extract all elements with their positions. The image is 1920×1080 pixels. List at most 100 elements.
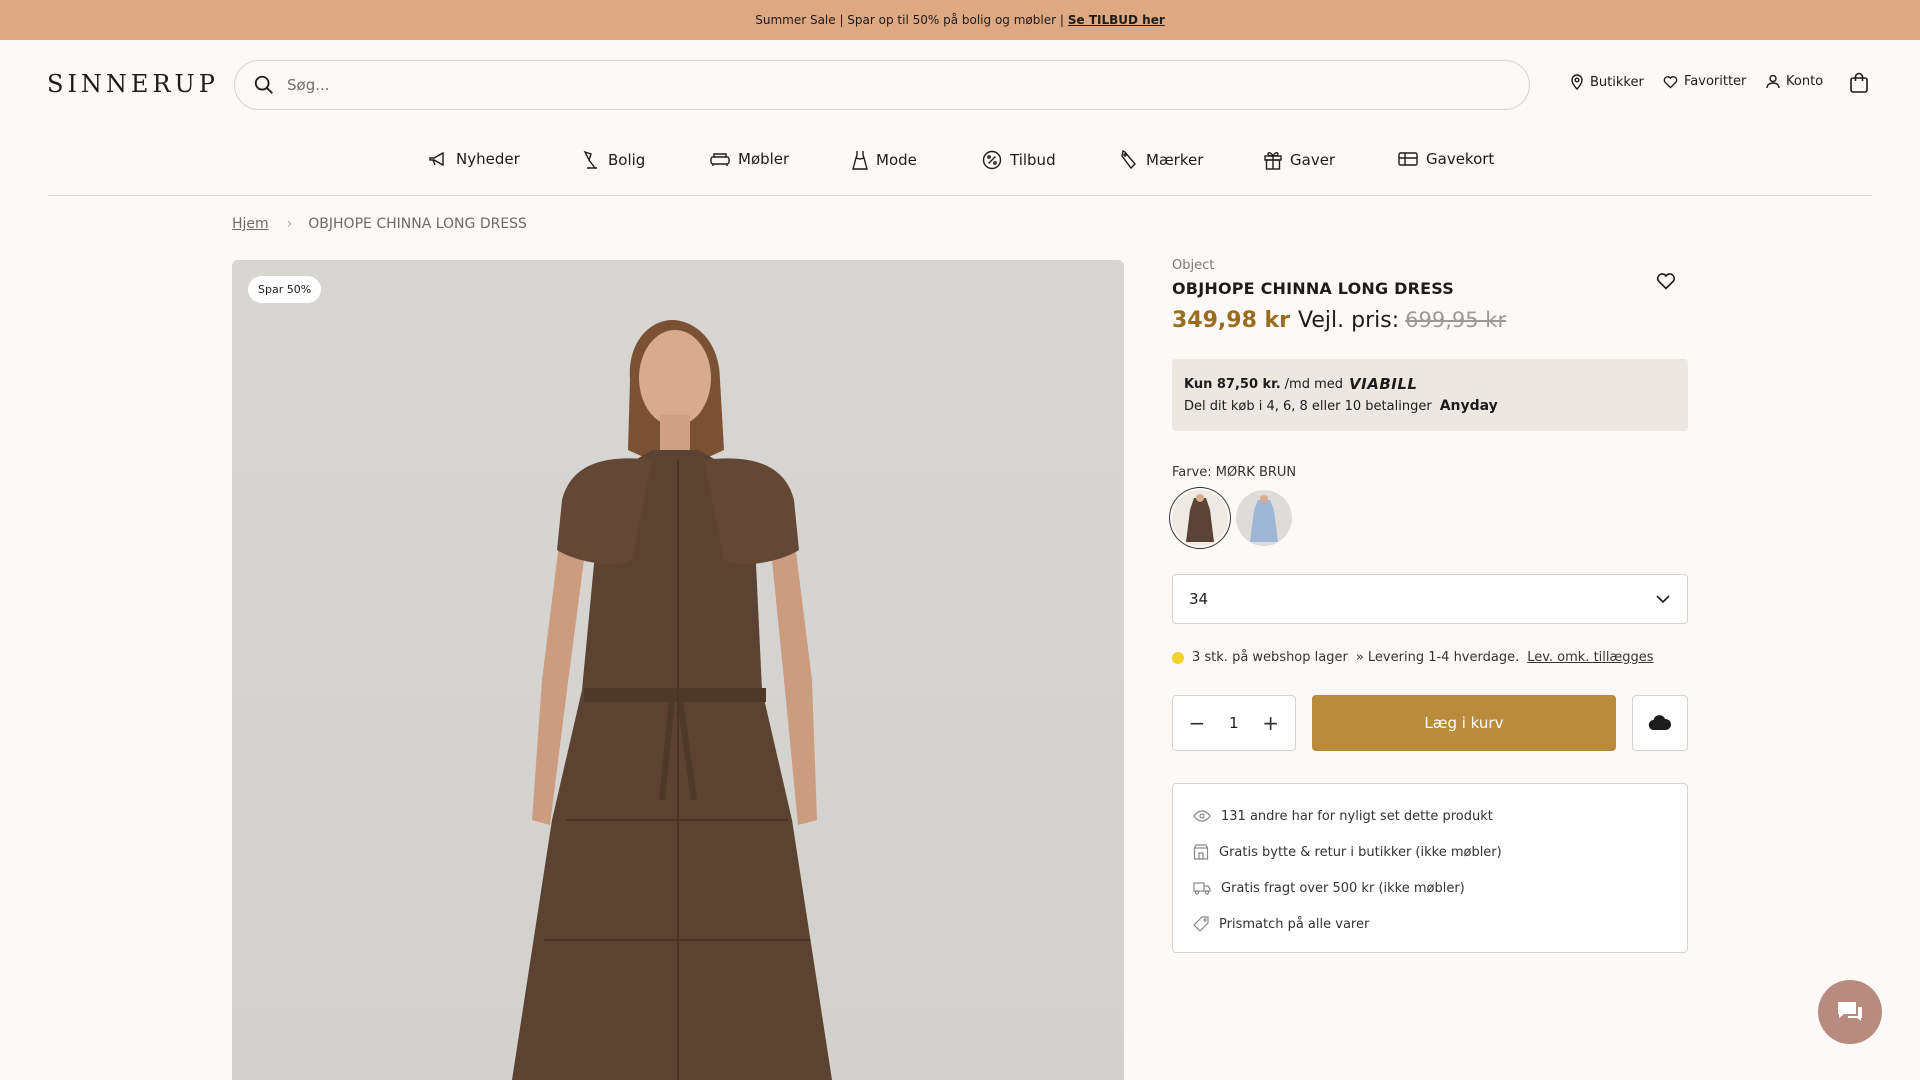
size-select[interactable]: 34 — [1172, 574, 1688, 624]
chevron-right-icon: › — [286, 216, 293, 232]
truck-icon — [1193, 882, 1211, 895]
cloud-icon — [1648, 715, 1672, 731]
nav-item-gaver[interactable]: Gaver — [1264, 150, 1335, 170]
product-info: Object OBJHOPE CHINNA LONG DRESS 349,98 … — [1172, 258, 1688, 953]
favorite-button[interactable] — [1656, 272, 1676, 294]
product-title: OBJHOPE CHINNA LONG DRESS — [1172, 279, 1454, 298]
nav-label: Mode — [876, 151, 917, 169]
nav-item-mobler[interactable]: Møbler — [710, 150, 789, 168]
color-label: Farve: MØRK BRUN — [1172, 465, 1297, 480]
swatch-brown-dress-icon — [1186, 494, 1214, 542]
main-nav: Nyheder Bolig Møbler Mode Tilbud Mærker … — [48, 128, 1872, 196]
nav-item-mode[interactable]: Mode — [852, 150, 917, 170]
nav-item-gavekort[interactable]: Gavekort — [1398, 150, 1494, 168]
nav-item-bolig[interactable]: Bolig — [582, 150, 645, 170]
usp-viewed: 131 andre har for nyligt set dette produ… — [1193, 798, 1667, 834]
search-bar[interactable] — [234, 60, 1530, 110]
promo-text: Summer Sale | Spar op til 50% på bolig o… — [755, 13, 1064, 27]
heart-icon — [1663, 75, 1678, 89]
stores-link[interactable]: Butikker — [1570, 74, 1644, 90]
breadcrumb: Hjem › OBJHOPE CHINNA LONG DRESS — [232, 216, 527, 232]
price-row: 349,98 kr Vejl. pris: 699,95 kr — [1172, 308, 1688, 333]
financing-viabill-row[interactable]: Kun 87,50 kr. /md med VIABILL — [1184, 373, 1676, 395]
sofa-icon — [710, 153, 730, 166]
viabill-logo: VIABILL — [1349, 375, 1418, 393]
usp-box: 131 andre har for nyligt set dette produ… — [1172, 783, 1688, 953]
stock-status: 3 stk. på webshop lager » Levering 1-4 h… — [1172, 650, 1688, 665]
nav-item-nyheder[interactable]: Nyheder — [428, 150, 520, 168]
nav-label: Møbler — [738, 150, 790, 168]
dress-icon — [852, 151, 868, 170]
discount-badge: Spar 50% — [248, 276, 322, 303]
promo-link[interactable]: Se TILBUD her — [1068, 13, 1165, 27]
nav-label: Mærker — [1146, 151, 1204, 169]
chat-button[interactable] — [1818, 980, 1882, 1044]
location-pin-icon — [1571, 74, 1583, 90]
breadcrumb-current: OBJHOPE CHINNA LONG DRESS — [308, 216, 527, 232]
percent-icon — [982, 150, 1002, 170]
lamp-icon — [583, 150, 597, 169]
usp-text: Gratis fragt over 500 kr (ikke møbler) — [1221, 880, 1465, 896]
product-image[interactable]: Spar 50% — [232, 260, 1124, 1080]
breadcrumb-home[interactable]: Hjem — [232, 216, 269, 232]
nav-label: Nyheder — [456, 150, 520, 168]
usp-returns: Gratis bytte & retur i butikker (ikke mø… — [1193, 834, 1667, 870]
color-swatch-blue[interactable] — [1236, 490, 1292, 546]
price-current: 349,98 kr — [1172, 308, 1291, 333]
stores-label: Butikker — [1590, 74, 1644, 90]
dress-model-illustration — [512, 320, 832, 1080]
promo-bar: Summer Sale | Spar op til 50% på bolig o… — [0, 0, 1920, 40]
usp-shipping: Gratis fragt over 500 kr (ikke møbler) — [1193, 870, 1667, 906]
usp-text: Gratis bytte & retur i butikker (ikke mø… — [1219, 844, 1502, 860]
buy-row: − 1 + Læg i kurv — [1172, 695, 1688, 751]
product-brand[interactable]: Object — [1172, 258, 1688, 273]
heart-outline-icon — [1656, 273, 1676, 290]
delivery-text: » Levering 1-4 hverdage. — [1355, 650, 1520, 665]
store-icon — [1193, 844, 1209, 860]
financing-anyday-row[interactable]: Del dit køb i 4, 6, 8 eller 10 betalinge… — [1184, 395, 1676, 417]
quantity-increase-button[interactable]: + — [1261, 711, 1281, 735]
stock-text: 3 stk. på webshop lager — [1192, 650, 1348, 665]
favorites-link[interactable]: Favoritter — [1663, 74, 1746, 89]
site-header: SINNERUP Butikker Favoritter Konto — [0, 40, 1920, 128]
nav-label: Gaver — [1290, 151, 1336, 169]
nav-label: Bolig — [608, 151, 646, 169]
anyday-logo: Anyday — [1439, 398, 1498, 414]
quantity-value[interactable]: 1 — [1229, 714, 1239, 732]
cart-button[interactable] — [1848, 72, 1876, 94]
search-icon — [254, 75, 273, 94]
nav-label: Gavekort — [1426, 150, 1495, 168]
nav-item-tilbud[interactable]: Tilbud — [982, 150, 1056, 170]
usp-pricematch: Prismatch på alle varer — [1193, 906, 1667, 942]
tag-icon — [1121, 150, 1136, 170]
size-value: 34 — [1189, 590, 1209, 608]
quantity-decrease-button[interactable]: − — [1187, 711, 1207, 735]
account-link[interactable]: Konto — [1766, 74, 1823, 89]
user-icon — [1766, 74, 1780, 89]
add-to-cart-button[interactable]: Læg i kurv — [1311, 695, 1617, 751]
swatch-blue-dress-icon — [1250, 495, 1278, 542]
cloud-button[interactable] — [1632, 695, 1688, 751]
price-original: 699,95 kr — [1405, 308, 1507, 332]
price-suggested-label: Vejl. pris: — [1298, 308, 1400, 333]
account-label: Konto — [1786, 74, 1824, 89]
site-logo[interactable]: SINNERUP — [47, 70, 219, 98]
financing-suffix: /md med — [1284, 376, 1344, 392]
delivery-cost-link[interactable]: Lev. omk. tillægges — [1527, 650, 1653, 665]
chevron-down-icon — [1656, 595, 1670, 604]
color-swatch-brown[interactable] — [1172, 490, 1228, 546]
price-tag-icon — [1193, 916, 1209, 932]
search-input[interactable] — [287, 76, 1467, 94]
color-swatches — [1172, 490, 1688, 546]
usp-text: Prismatch på alle varer — [1219, 916, 1370, 932]
usp-text: 131 andre har for nyligt set dette produ… — [1221, 808, 1493, 824]
eye-icon — [1193, 810, 1211, 822]
quantity-stepper: − 1 + — [1172, 695, 1296, 751]
financing-amount: Kun 87,50 kr. — [1184, 376, 1281, 392]
financing-anyday-text: Del dit køb i 4, 6, 8 eller 10 betalinge… — [1184, 398, 1432, 414]
nav-item-maerker[interactable]: Mærker — [1120, 150, 1203, 170]
shopping-bag-icon — [1850, 72, 1868, 93]
gift-card-icon — [1398, 152, 1418, 166]
financing-box: Kun 87,50 kr. /md med VIABILL Del dit kø… — [1172, 359, 1688, 431]
stock-indicator-dot — [1172, 651, 1184, 664]
